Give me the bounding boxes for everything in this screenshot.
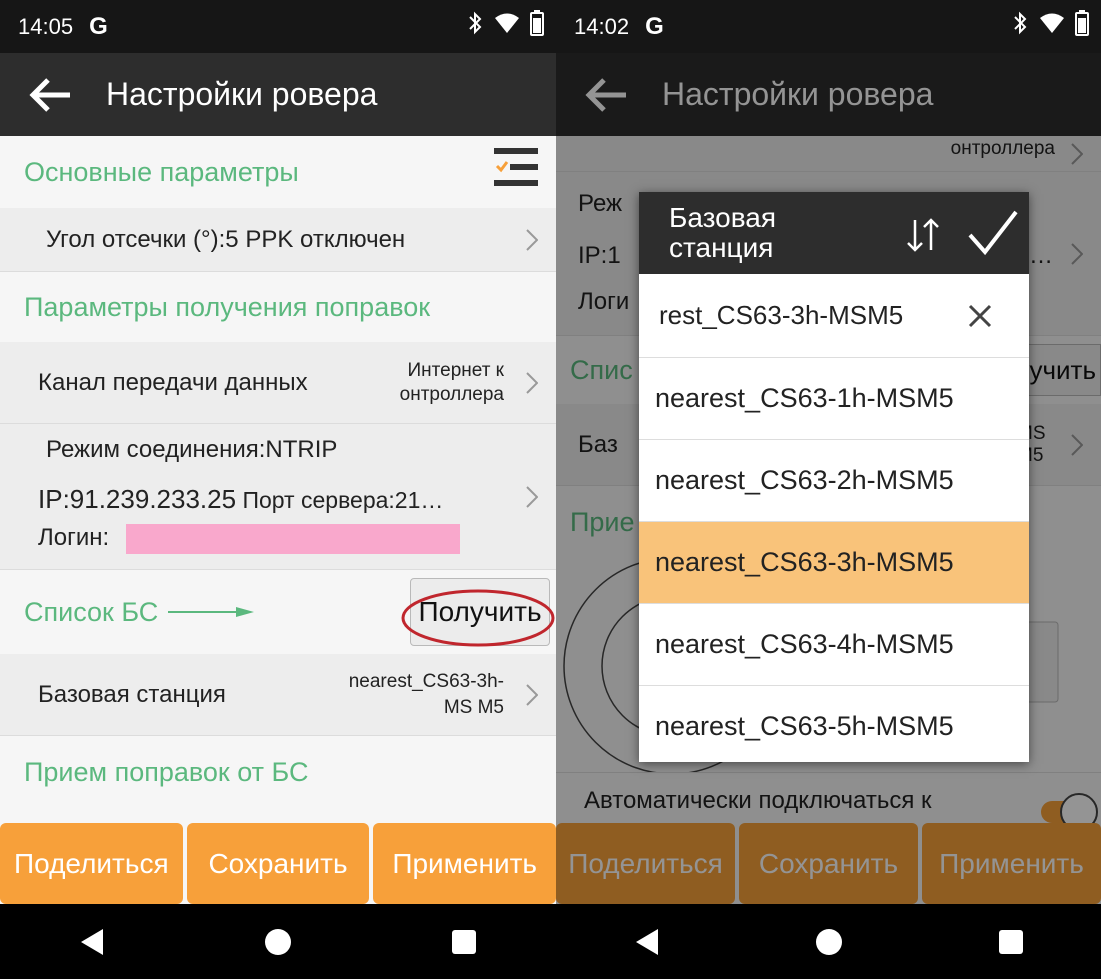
channel-row[interactable]: Канал передачи данных Интернет к онтролл… [0,342,556,424]
section-basic: Основные параметры [0,136,556,208]
nav-bar [556,904,1101,979]
dialog-option[interactable]: nearest_CS63-3h-MSM5 [639,522,1029,604]
app-bar: Настройки ровера [0,53,556,136]
chevron-right-icon [526,228,538,251]
right-screen: 14:02 G Настройки ровера онтроллера Реж … [556,0,1101,979]
annotation-arrow-icon [168,607,255,617]
section-bs-list-label: Список БС [24,596,159,627]
home-nav-icon[interactable] [264,928,292,956]
search-value: rest_CS63-3h-MSM5 [659,300,904,330]
apply-button[interactable]: Применить [373,823,556,904]
redacted-login [126,524,460,554]
status-time: 14:02 [574,13,630,39]
section-corrections: Параметры получения поправок [0,272,556,342]
base-label: Базовая станция [38,680,226,708]
chevron-right-icon [526,371,538,394]
dialog-header: Базовая станция [639,192,1029,274]
back-nav-icon[interactable] [634,927,660,957]
bluetooth-icon [1014,11,1027,35]
status-time: 14:05 [18,13,74,39]
dialog-title: Базовая станция [669,202,777,263]
battery-icon [530,10,544,36]
section-corrections-label: Параметры получения поправок [24,291,431,322]
home-nav-icon[interactable] [815,928,843,956]
sort-icon[interactable] [905,218,941,252]
dialog-option[interactable]: nearest_CS63-2h-MSM5 [639,440,1029,522]
back-nav-icon[interactable] [79,927,105,957]
port-value: Порт сервера:21… [236,487,444,513]
wifi-icon [1040,13,1064,33]
chevron-right-icon [526,683,538,706]
ip-line: IP:91.239.233.25 Порт сервера:21… [38,484,443,515]
bottom-action-bar: Поделиться Сохранить Применить [0,823,556,904]
cutoff-label: Угол отсечки (°):5 PPK отключен [46,225,406,253]
channel-value: Интернет к онтроллера [399,359,504,405]
dialog-options: nearest_CS63-1h-MSM5 nearest_CS63-2h-MSM5… [639,358,1029,762]
section-receive-label: Прием поправок от БС [24,756,309,787]
connection-row[interactable]: Режим соединения:NTRIP IP:91.239.233.25 … [0,424,556,570]
status-icons [466,10,544,36]
channel-label: Канал передачи данных [38,368,308,396]
clear-icon[interactable] [967,303,993,329]
back-button[interactable] [0,53,100,136]
page-title: Настройки ровера [106,76,378,112]
battery-icon [1075,10,1089,36]
save-button[interactable]: Сохранить [186,823,370,904]
dialog-option[interactable]: nearest_CS63-5h-MSM5 [639,686,1029,762]
base-station-dialog: Базовая станция rest_CS63-3h-MSM5 neares… [639,192,1029,762]
status-bar: 14:02 G [556,0,1101,53]
base-value: nearest_CS63-3h-MS M5 [348,670,504,718]
section-basic-label: Основные параметры [24,156,299,187]
status-icons [1011,10,1089,36]
arrow-left-icon [29,77,70,112]
google-icon: G [645,12,664,40]
base-station-row[interactable]: Базовая станция nearest_CS63-3h-MS M5 [0,654,556,736]
annotation-circle [401,589,555,647]
login-label: Логин: [38,524,110,551]
conn-mode: Режим соединения:NTRIP [46,436,338,463]
wifi-icon [495,13,519,33]
status-bar: 14:05 G [0,0,556,53]
share-button[interactable]: Поделиться [0,823,183,904]
settings-list: Основные параметры Угол отсечки (°):5 PP… [0,136,556,833]
dialog-option[interactable]: nearest_CS63-1h-MSM5 [639,358,1029,440]
bluetooth-icon [469,11,482,35]
chevron-right-icon [526,485,538,508]
confirm-check-icon[interactable] [967,208,1019,258]
dialog-option[interactable]: nearest_CS63-4h-MSM5 [639,604,1029,686]
recents-nav-icon[interactable] [998,929,1024,955]
checklist-icon[interactable] [494,144,540,192]
ip-value: IP:91.239.233.25 [38,484,237,514]
cutoff-row[interactable]: Угол отсечки (°):5 PPK отключен [0,208,556,272]
section-bs-list: Список БС Получить [0,570,556,654]
left-screen: 14:05 G Настройки ровера Основные параме… [0,0,556,979]
nav-bar [0,904,556,979]
search-input[interactable]: rest_CS63-3h-MSM5 [639,274,1029,358]
google-icon: G [89,12,108,40]
recents-nav-icon[interactable] [451,929,477,955]
section-receive: Прием поправок от БС [0,736,556,808]
